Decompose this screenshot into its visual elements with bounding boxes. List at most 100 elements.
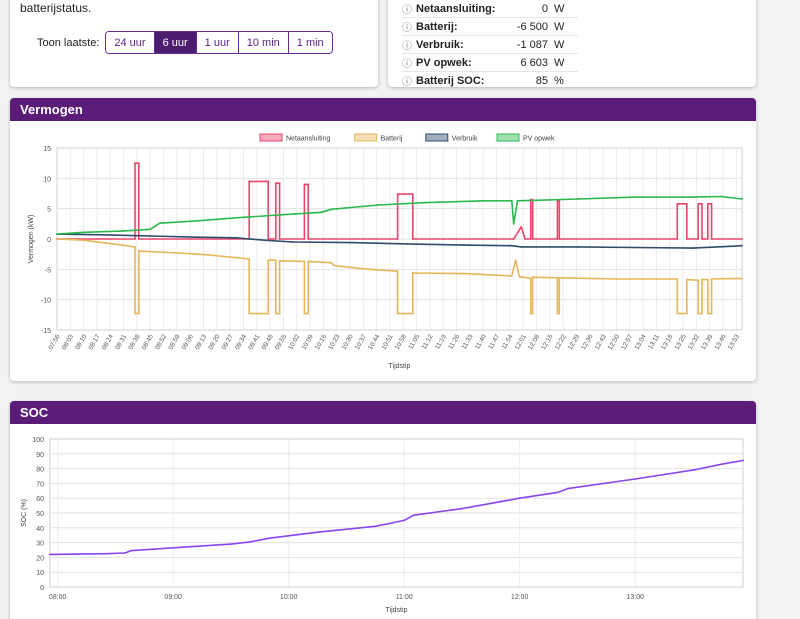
status-value: 0 [498, 0, 548, 18]
data-point [676, 278, 679, 280]
x-tick-label: 08:10 [74, 333, 88, 351]
data-point [307, 183, 310, 186]
data-point [307, 238, 310, 240]
data-point [676, 202, 679, 205]
range-selector: Toon laatste: 24 uur 6 uur 1 uur 10 min … [37, 31, 333, 54]
data-point [691, 196, 694, 199]
soc-panel: SOC 100 90 80 70 60 50 40 30 20 10 0 08:00 09:00 10:0… [10, 401, 756, 619]
x-tick-label: 10:00 [280, 594, 298, 601]
x-tick-label: 10:51 [381, 333, 395, 351]
y-tick-label: -5 [45, 267, 51, 274]
data-point [196, 219, 199, 222]
data-point [172, 546, 175, 549]
data-point [248, 312, 251, 315]
range-6h-button[interactable]: 6 uur [153, 32, 196, 53]
legend-swatch [354, 133, 378, 142]
status-unit: W [548, 0, 578, 18]
data-point [676, 238, 679, 240]
data-point [267, 259, 270, 262]
battery-info-card: batterijstatus. Toon laatste: 24 uur 6 u… [10, 0, 378, 87]
data-point [349, 241, 351, 244]
data-point [396, 193, 399, 196]
data-point [741, 238, 743, 240]
x-tick-label: 13:39 [700, 333, 714, 351]
y-tick-label: 60 [36, 496, 44, 503]
data-point [741, 198, 743, 200]
data-point [514, 259, 517, 262]
range-10min-button[interactable]: 10 min [237, 32, 288, 53]
status-row: ⓘ Batterij SOC: 85% [402, 71, 578, 90]
data-point [518, 275, 521, 278]
x-tick-label: 13:18 [660, 333, 674, 351]
data-point [137, 312, 140, 315]
data-point [134, 162, 136, 165]
y-tick-label: 30 [36, 541, 44, 548]
data-point [701, 278, 703, 281]
data-point [720, 195, 722, 198]
legend-label: Netaansluiting [286, 136, 330, 143]
x-tick-label: 12:57 [620, 333, 634, 351]
data-point [368, 268, 370, 271]
info-icon: ⓘ [402, 35, 416, 54]
data-point [512, 222, 515, 225]
status-unit: % [548, 71, 578, 90]
data-point [137, 238, 140, 240]
status-unit: W [548, 35, 578, 54]
data-point [120, 244, 123, 246]
series-line-verbruik [56, 233, 743, 249]
data-point [263, 239, 266, 242]
x-tick-label: 07:56 [48, 333, 62, 351]
data-point [558, 312, 561, 315]
data-point [411, 238, 414, 240]
status-value: 6 603 [498, 53, 548, 72]
data-point [56, 238, 58, 240]
x-tick-label: 09:41 [247, 333, 261, 351]
data-point [701, 202, 703, 205]
x-tick-label: 10:58 [394, 333, 408, 351]
data-point [741, 277, 743, 280]
status-unit: W [548, 53, 578, 72]
y-axis-label: Vermogen (kW) [28, 215, 35, 264]
data-point [274, 312, 277, 315]
data-point [463, 272, 466, 275]
data-point [510, 199, 513, 202]
x-tick-label: 09:55 [274, 333, 288, 351]
x-tick-label: 10:23 [327, 333, 341, 351]
data-point [396, 312, 399, 315]
series-line-pv-opwek [56, 195, 743, 235]
soc-chart: 100908070605040302010008:00 09:00 10:00 11:… [21, 437, 744, 614]
status-label: Netaansluiting: [416, 0, 498, 18]
status-row: ⓘ PV opwek: 6 603 W [402, 53, 578, 72]
x-tick-label: 12:00 [511, 594, 529, 601]
range-1min-button[interactable]: 1 min [287, 32, 332, 53]
data-point [230, 543, 232, 545]
data-point [615, 278, 618, 280]
y-tick-label: 90 [36, 452, 44, 459]
data-point [461, 507, 463, 510]
y-tick-label: 10 [36, 570, 44, 577]
x-tick-label: 13:25 [674, 333, 688, 351]
data-point [411, 272, 414, 274]
data-point [137, 162, 140, 165]
data-point [531, 238, 534, 240]
data-point [577, 198, 580, 200]
data-point [330, 261, 332, 264]
data-point [149, 235, 152, 237]
info-icon: ⓘ [402, 17, 416, 36]
range-24h-button[interactable]: 24 uur [106, 32, 154, 53]
data-point [278, 238, 281, 240]
x-tick-label: 08:38 [127, 333, 141, 351]
x-tick-label: 09:00 [164, 594, 182, 601]
x-tick-label: 11:47 [487, 333, 501, 351]
x-tick-label: 12:15 [540, 333, 554, 351]
data-point [463, 200, 466, 203]
status-label: Batterij: [416, 17, 498, 36]
x-tick-label: 12:08 [527, 333, 541, 351]
data-point [706, 312, 709, 315]
x-tick-label: 08:45 [141, 333, 155, 351]
data-point [706, 202, 709, 205]
range-1h-button[interactable]: 1 uur [195, 32, 238, 53]
x-tick-label: 09:13 [194, 333, 208, 351]
y-tick-label: 80 [36, 467, 44, 474]
x-tick-label: 13:32 [687, 333, 701, 351]
